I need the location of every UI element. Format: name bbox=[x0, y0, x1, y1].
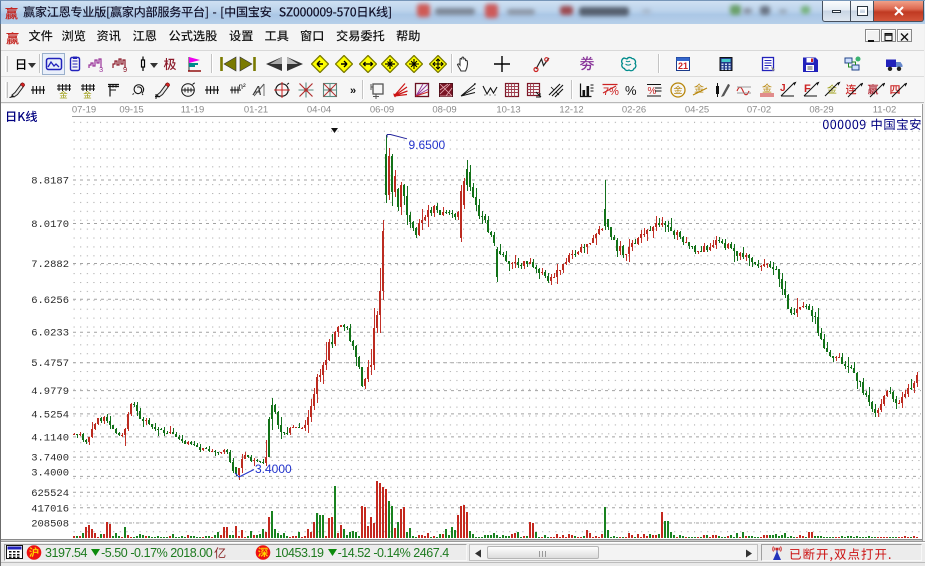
svg-text:7.2882: 7.2882 bbox=[31, 259, 69, 271]
svg-text:3.7400: 3.7400 bbox=[31, 453, 69, 465]
svg-text:8.0170: 8.0170 bbox=[31, 219, 69, 231]
svg-text:08-29: 08-29 bbox=[809, 105, 833, 116]
svg-text:07-02: 07-02 bbox=[747, 105, 771, 116]
svg-text:4.9779: 4.9779 bbox=[31, 386, 69, 398]
svg-text:5.4757: 5.4757 bbox=[31, 358, 69, 370]
svg-text:04-25: 04-25 bbox=[685, 105, 709, 116]
svg-text:6.6256: 6.6256 bbox=[31, 295, 69, 307]
svg-text:8.8187: 8.8187 bbox=[31, 176, 69, 188]
svg-text:417016: 417016 bbox=[31, 503, 69, 515]
svg-text:07-19: 07-19 bbox=[72, 105, 96, 116]
svg-text:n²: n² bbox=[239, 82, 246, 91]
svg-text:11-02: 11-02 bbox=[873, 105, 897, 116]
svg-text:21: 21 bbox=[678, 61, 688, 71]
svg-text:A: A bbox=[252, 83, 262, 98]
svg-text:11-19: 11-19 bbox=[181, 105, 205, 116]
svg-text:3: 3 bbox=[99, 65, 103, 73]
svg-text:02-26: 02-26 bbox=[622, 105, 646, 116]
svg-text:08-09: 08-09 bbox=[432, 105, 456, 116]
svg-text:9: 9 bbox=[123, 65, 127, 73]
svg-text:10-13: 10-13 bbox=[496, 105, 520, 116]
svg-text:09-15: 09-15 bbox=[119, 105, 143, 116]
svg-text:06-09: 06-09 bbox=[370, 105, 394, 116]
svg-text:%: % bbox=[625, 83, 637, 98]
svg-text:9.6500: 9.6500 bbox=[409, 138, 446, 152]
svg-text:»: » bbox=[350, 85, 356, 97]
svg-text:3.4000: 3.4000 bbox=[31, 468, 69, 480]
svg-text:6.0233: 6.0233 bbox=[31, 328, 69, 340]
svg-text:04-04: 04-04 bbox=[307, 105, 331, 116]
svg-text:12-12: 12-12 bbox=[559, 105, 583, 116]
svg-text:4.1140: 4.1140 bbox=[31, 432, 69, 444]
svg-text:01-21: 01-21 bbox=[244, 105, 268, 116]
svg-text:4.5254: 4.5254 bbox=[31, 409, 69, 421]
svg-text:3.4000: 3.4000 bbox=[255, 462, 292, 476]
svg-text:208508: 208508 bbox=[31, 519, 69, 531]
svg-text:625524: 625524 bbox=[31, 488, 69, 500]
